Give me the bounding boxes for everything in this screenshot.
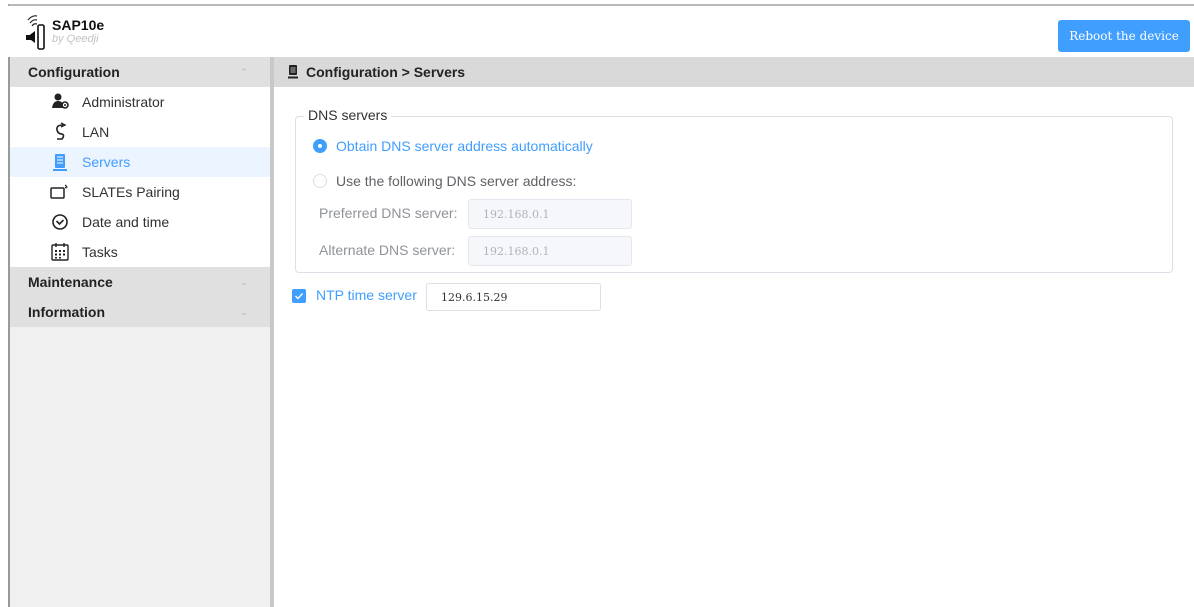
radio-unchecked-icon — [313, 174, 327, 188]
sidebar-item-tasks[interactable]: Tasks — [10, 237, 270, 267]
sidebar-item-label: Servers — [82, 154, 131, 170]
page-title: Configuration > Servers — [306, 64, 466, 80]
sidebar-item-date-and-time[interactable]: Date and time — [10, 207, 270, 237]
app-name: SAP10e — [52, 17, 105, 33]
sidebar-item-label: Tasks — [82, 244, 118, 260]
qeedji-logo-icon — [24, 13, 48, 51]
lan-icon — [50, 122, 70, 142]
radio-checked-icon — [313, 139, 327, 153]
sidebar-group-maintenance[interactable]: Maintenance ⌄ — [10, 267, 270, 297]
chevron-down-icon: ⌄ — [240, 307, 248, 317]
dns-manual-label: Use the following DNS server address: — [336, 173, 577, 189]
reboot-device-button[interactable]: Reboot the device — [1058, 20, 1190, 52]
sidebar-divider[interactable] — [270, 57, 274, 607]
sidebar-item-lan[interactable]: LAN — [10, 117, 270, 147]
sidebar-item-label: Administrator — [82, 94, 165, 110]
dns-manual-radio[interactable]: Use the following DNS server address: — [313, 172, 576, 190]
ntp-label: NTP time server — [316, 287, 417, 303]
servers-icon — [50, 152, 70, 172]
sidebar-group-label: Information — [28, 304, 105, 320]
sidebar-group-label: Maintenance — [28, 274, 113, 290]
sidebar-item-administrator[interactable]: Administrator — [10, 87, 270, 117]
sidebar-item-label: Date and time — [82, 214, 170, 230]
sidebar-item-slates-pairing[interactable]: SLATEs Pairing — [10, 177, 270, 207]
dns-auto-label: Obtain DNS server address automatically — [336, 138, 593, 154]
dns-servers-legend: DNS servers — [304, 107, 392, 123]
administrator-icon — [50, 92, 70, 112]
calendar-icon — [50, 242, 70, 262]
ntp-checkbox[interactable] — [292, 289, 306, 303]
sidebar-item-label: SLATEs Pairing — [82, 184, 180, 200]
app-vendor: by Qeedji — [52, 33, 99, 45]
checkmark-icon — [295, 293, 304, 300]
chevron-down-icon: ⌄ — [240, 277, 248, 287]
sidebar-group-information[interactable]: Information ⌄ — [10, 297, 270, 327]
sidebar-group-configuration[interactable]: Configuration ⌃ — [10, 57, 270, 87]
sidebar-item-label: LAN — [82, 124, 110, 140]
preferred-dns-input[interactable] — [468, 199, 632, 229]
breadcrumb: Configuration > Servers — [274, 57, 1194, 87]
alternate-dns-input[interactable] — [468, 236, 632, 266]
dns-auto-radio[interactable]: Obtain DNS server address automatically — [313, 137, 593, 155]
servers-icon — [288, 65, 298, 79]
configuration-menu: Administrator LAN Servers SLATEs Pairing… — [10, 87, 270, 267]
app-header: SAP10e by Qeedji Reboot the device — [8, 6, 1194, 57]
sidebar-item-servers[interactable]: Servers — [10, 147, 270, 177]
sidebar-group-label: Configuration — [28, 64, 120, 80]
slates-pairing-icon — [50, 182, 70, 202]
clock-icon — [50, 212, 70, 232]
chevron-up-icon: ⌃ — [240, 67, 248, 77]
alternate-dns-label: Alternate DNS server: — [319, 242, 456, 258]
preferred-dns-label: Preferred DNS server: — [319, 205, 458, 221]
sidebar: Configuration ⌃ Administrator LAN Server… — [10, 57, 270, 607]
ntp-server-input[interactable] — [426, 283, 601, 311]
